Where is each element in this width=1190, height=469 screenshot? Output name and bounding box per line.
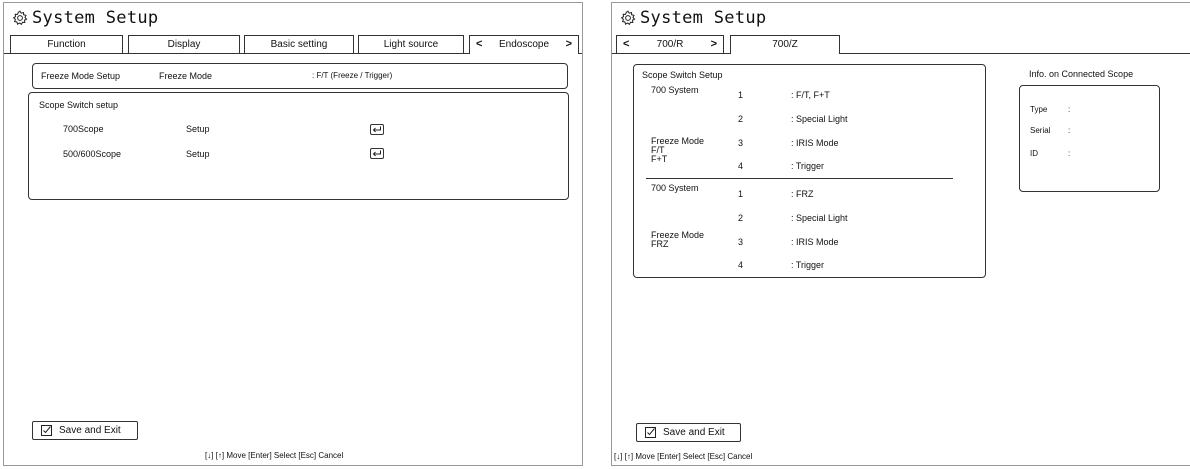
group1-system-label: 700 System (651, 85, 699, 95)
save-and-exit-button[interactable]: Save and Exit (32, 421, 138, 440)
info-sep: : (1068, 149, 1071, 158)
tab-label: Display (167, 39, 201, 50)
save-and-exit-button[interactable]: Save and Exit (636, 423, 741, 442)
page-title: System Setup (620, 8, 766, 28)
save-and-exit-label: Save and Exit (663, 427, 725, 438)
group2-freeze-mode-label: Freeze Mode FRZ (651, 231, 704, 249)
scope-500-600-name: 500/600Scope (63, 149, 122, 159)
page-title-text: System Setup (640, 8, 767, 28)
tab-700z[interactable]: 700/Z (730, 35, 840, 54)
button-number: 4 (738, 260, 744, 270)
page-title: System Setup (12, 8, 158, 28)
freeze-mode-setup-label: Freeze Mode Setup (41, 71, 121, 81)
tab-bar: < 700/R > 700/Z (612, 33, 1190, 54)
button-number: 1 (738, 189, 744, 199)
enter-button-500-600scope[interactable] (370, 148, 384, 159)
button-assignment[interactable]: : IRIS Mode (791, 138, 839, 148)
button-assignment[interactable]: : Special Light (791, 114, 848, 124)
checkbox-icon (41, 425, 52, 436)
button-assignment[interactable]: : Trigger (791, 260, 824, 270)
checkbox-icon (645, 427, 656, 438)
mode-line: FRZ (651, 239, 669, 249)
button-assignment[interactable]: : F/T, F+T (791, 90, 830, 100)
button-number: 1 (738, 90, 744, 100)
key-hint: [↓] [↑] Move [Enter] Select [Esc] Cancel (614, 452, 753, 461)
mode-line: F+T (651, 154, 668, 164)
scope-700-setup-label: Setup (186, 124, 210, 134)
group-divider (646, 178, 953, 179)
info-id-label: ID (1030, 149, 1038, 158)
button-number: 4 (738, 161, 744, 171)
tab-basic-setting[interactable]: Basic setting (244, 35, 354, 53)
tab-label: Endoscope (498, 39, 550, 50)
scope-switch-title: Scope Switch Setup (642, 70, 723, 80)
button-assignment[interactable]: : FRZ (791, 189, 814, 199)
gear-icon (620, 10, 636, 26)
button-assignment[interactable]: : IRIS Mode (791, 237, 839, 247)
info-sep: : (1068, 126, 1071, 135)
key-hint: [↓] [↑] Move [Enter] Select [Esc] Cancel (205, 451, 344, 460)
left-panel: System Setup Function Display Basic sett… (3, 2, 583, 466)
tab-light-source[interactable]: Light source (358, 35, 464, 53)
info-connected-scope-box: Type : Serial : ID : (1019, 85, 1160, 192)
tab-label: Function (47, 39, 86, 50)
info-title: Info. on Connected Scope (1029, 69, 1134, 79)
gear-icon (12, 10, 28, 26)
tab-prev-arrow-icon[interactable]: < (623, 36, 629, 53)
scope-700-name: 700Scope (63, 124, 104, 134)
scope-switch-setup-box: Scope Switch setup 700Scope Setup 500/60… (28, 92, 569, 200)
tab-endoscope[interactable]: < Endoscope > (469, 35, 579, 54)
freeze-mode-name: Freeze Mode (159, 71, 213, 81)
button-assignment[interactable]: : Special Light (791, 213, 848, 223)
button-number: 3 (738, 138, 744, 148)
button-number: 3 (738, 237, 744, 247)
enter-icon (372, 126, 381, 133)
freeze-mode-row[interactable]: Freeze Mode Setup Freeze Mode : F/T (Fre… (32, 63, 568, 89)
button-number: 2 (738, 213, 744, 223)
tab-next-arrow-icon[interactable]: > (566, 36, 572, 53)
scope-switch-setup-box: Scope Switch Setup 700 System Freeze Mod… (633, 64, 986, 278)
freeze-mode-value: : F/T (Freeze / Trigger) (312, 71, 393, 80)
info-sep: : (1068, 105, 1071, 114)
group2-system-label: 700 System (651, 183, 699, 193)
tab-prev-arrow-icon[interactable]: < (476, 36, 482, 53)
button-assignment[interactable]: : Trigger (791, 161, 824, 171)
tab-700r[interactable]: < 700/R > (616, 35, 724, 53)
tab-label: 700/Z (772, 39, 798, 50)
tab-label: Light source (383, 39, 439, 50)
tab-display[interactable]: Display (128, 35, 240, 53)
enter-button-700scope[interactable] (370, 124, 384, 135)
tab-bar: Function Display Basic setting Light sou… (4, 33, 582, 54)
tab-label: Basic setting (270, 39, 328, 50)
info-type-label: Type (1030, 105, 1048, 114)
page-title-text: System Setup (32, 8, 159, 28)
button-number: 2 (738, 114, 744, 124)
tab-label: 700/R (656, 39, 684, 50)
tab-next-arrow-icon[interactable]: > (711, 36, 717, 53)
enter-icon (372, 150, 381, 157)
scope-500-600-setup-label: Setup (186, 149, 210, 159)
right-panel: System Setup < 700/R > 700/Z Scope Switc… (611, 2, 1190, 466)
tab-function[interactable]: Function (10, 35, 123, 53)
scope-switch-title: Scope Switch setup (39, 100, 119, 110)
group1-freeze-mode-label: Freeze Mode F/T F+T (651, 137, 704, 164)
info-serial-label: Serial (1030, 126, 1051, 135)
save-and-exit-label: Save and Exit (59, 425, 121, 436)
